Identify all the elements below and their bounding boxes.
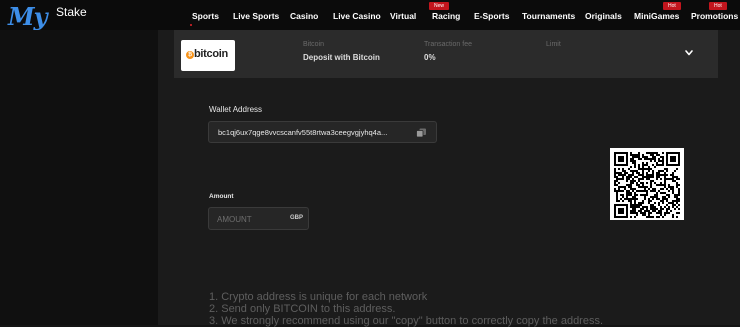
amount-input[interactable] [217, 214, 287, 224]
deposit-notes: 1. Crypto address is unique for each net… [209, 291, 729, 327]
currency-label: Bitcoin [303, 41, 325, 48]
mystake-logo[interactable]: My Stake [8, 2, 98, 31]
currency-value: Deposit with Bitcoin [303, 53, 380, 62]
note-line: 2. Send only BITCOIN to this address. [209, 303, 396, 315]
chevron-down-icon[interactable] [683, 48, 695, 58]
bitcoin-logo: ₿ bitcoin [181, 40, 235, 71]
nav-virtual[interactable]: Virtual [390, 11, 416, 21]
nav-live-sports[interactable]: Live Sports [233, 11, 279, 21]
qr-finder-pattern [666, 152, 680, 166]
fee-label: Transaction fee [424, 41, 472, 48]
logo-word: Stake [56, 5, 87, 19]
amount-currency: GBP [290, 215, 304, 221]
nav-tournaments[interactable]: Tournaments [522, 11, 575, 21]
nav-esports[interactable]: E-Sports [474, 11, 509, 21]
qr-finder-pattern [614, 204, 628, 218]
wallet-address-value[interactable]: bc1qj6ux7qge8vvcscanfv55t8rtwa3ceegvgjyh… [218, 128, 387, 137]
nav-sports[interactable]: Sports [192, 11, 219, 21]
top-nav-bar: My Stake Sports Live Sports Casino Live … [0, 0, 740, 31]
left-panel [0, 30, 158, 325]
minigames-hot-badge: Hot [663, 2, 681, 10]
active-indicator-dot [190, 24, 192, 26]
limit-label: Limit [546, 41, 561, 48]
nav-promotions[interactable]: Promotions [691, 11, 738, 21]
nav-racing[interactable]: Racing [432, 11, 460, 21]
racing-new-badge: New [429, 2, 450, 10]
amount-field[interactable]: GBP [208, 207, 309, 230]
copy-icon[interactable] [416, 128, 427, 138]
payment-method-header[interactable] [174, 30, 718, 78]
nav-minigames[interactable]: MiniGames [634, 11, 679, 21]
logo-script: My [8, 2, 48, 31]
amount-label: Amount [209, 193, 234, 200]
bitcoin-logo-text: bitcoin [194, 48, 228, 60]
nav-live-casino[interactable]: Live Casino [333, 11, 381, 21]
qr-finder-pattern [614, 152, 628, 166]
fee-value: 0% [424, 53, 436, 62]
nav-originals[interactable]: Originals [585, 11, 622, 21]
wallet-address-field[interactable]: bc1qj6ux7qge8vvcscanfv55t8rtwa3ceegvgjyh… [208, 121, 437, 143]
note-line: 1. Crypto address is unique for each net… [209, 291, 428, 303]
wallet-address-label: Wallet Address [209, 105, 263, 114]
nav-casino[interactable]: Casino [290, 11, 318, 21]
promotions-hot-badge: Hot [709, 2, 727, 10]
qr-code [610, 148, 684, 220]
note-line: 3. We strongly recommend using our "copy… [209, 315, 604, 327]
bitcoin-coin-icon: ₿ [186, 51, 194, 59]
